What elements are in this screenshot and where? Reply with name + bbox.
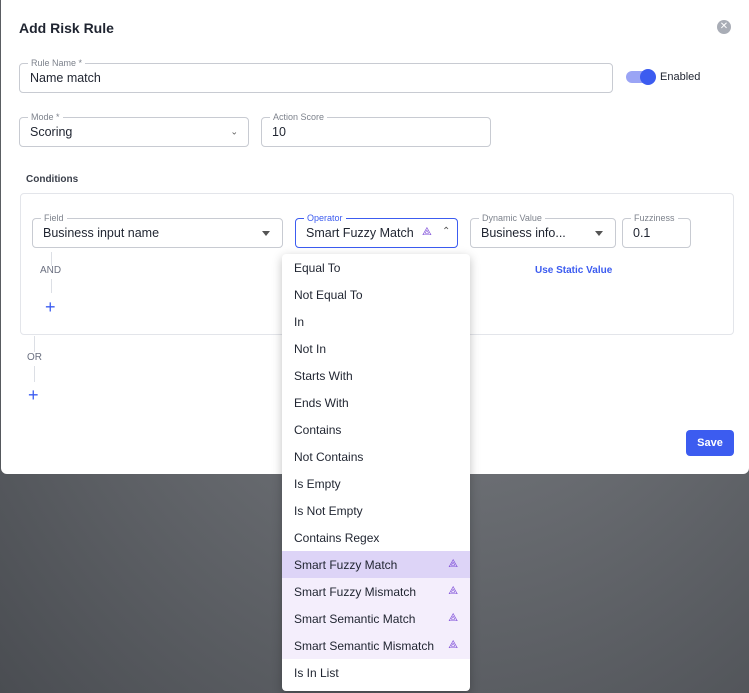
sparkle-icon: ⟁: [422, 226, 432, 238]
menu-item-not-equal-to[interactable]: Not Equal To: [282, 281, 470, 308]
caret-down-icon: [595, 231, 603, 236]
or-connector-line: [34, 366, 35, 382]
dynamic-value-select[interactable]: Dynamic Value Business info...: [470, 212, 616, 248]
menu-item-is-in-list[interactable]: Is In List: [282, 659, 470, 686]
sparkle-icon: ⟁: [448, 585, 458, 597]
mode-value: Scoring: [30, 125, 73, 139]
add-and-condition-button[interactable]: +: [45, 298, 56, 316]
and-connector-line: [51, 252, 52, 266]
menu-item-smart-fuzzy-match[interactable]: Smart Fuzzy Match ⟁: [282, 551, 470, 578]
menu-item-in[interactable]: In: [282, 308, 470, 335]
chevron-up-icon: ⌃: [442, 226, 451, 237]
menu-item-smart-semantic-mismatch[interactable]: Smart Semantic Mismatch ⟁: [282, 632, 470, 659]
menu-item-label: Contains Regex: [294, 530, 380, 545]
menu-item-starts-with[interactable]: Starts With: [282, 362, 470, 389]
condition-field-select[interactable]: Field Business input name: [32, 212, 283, 248]
enabled-toggle[interactable]: [626, 69, 656, 85]
action-score-value: 10: [272, 125, 286, 139]
mode-select[interactable]: Mode * Scoring ⌄: [19, 111, 249, 147]
add-or-group-button[interactable]: +: [28, 386, 39, 404]
conditions-heading: Conditions: [26, 174, 79, 185]
menu-item-label: Smart Semantic Mismatch: [294, 638, 435, 653]
toggle-knob: [640, 69, 656, 85]
menu-item-label: Not In: [294, 341, 327, 356]
operator-value: Smart Fuzzy Match: [306, 226, 414, 240]
menu-item-label: Starts With: [294, 368, 353, 383]
and-label: AND: [40, 265, 62, 276]
fuzziness-value: 0.1: [633, 226, 651, 240]
enabled-label: Enabled: [660, 71, 701, 83]
menu-item-label: Ends With: [294, 395, 349, 410]
menu-item-label: Smart Semantic Match: [294, 611, 416, 626]
save-button[interactable]: Save: [686, 430, 734, 456]
menu-item-contains-regex[interactable]: Contains Regex: [282, 524, 470, 551]
rule-name-value: Name match: [30, 71, 101, 85]
menu-item-is-not-empty[interactable]: Is Not Empty: [282, 497, 470, 524]
menu-item-ends-with[interactable]: Ends With: [282, 389, 470, 416]
menu-item-label: Is In List: [294, 665, 339, 680]
sparkle-icon: ⟁: [448, 558, 458, 570]
menu-item-equal-to[interactable]: Equal To: [282, 254, 470, 281]
menu-item-is-empty[interactable]: Is Empty: [282, 470, 470, 497]
or-connector-line: [34, 336, 35, 352]
dynamic-value-value: Business info...: [481, 226, 566, 240]
menu-item-not-in[interactable]: Not In: [282, 335, 470, 362]
and-connector-line: [51, 279, 52, 293]
sparkle-icon: ⟁: [448, 612, 458, 624]
menu-item-smart-semantic-match[interactable]: Smart Semantic Match ⟁: [282, 605, 470, 632]
condition-field-value: Business input name: [43, 226, 160, 240]
chevron-down-icon: ⌄: [230, 126, 238, 137]
menu-item-contains[interactable]: Contains: [282, 416, 470, 443]
fuzziness-field[interactable]: Fuzziness 0.1: [622, 212, 691, 248]
modal-title: Add Risk Rule: [19, 20, 114, 36]
action-score-field[interactable]: Action Score 10: [261, 111, 491, 147]
menu-item-label: Equal To: [294, 260, 341, 275]
menu-item-label: Is Not Empty: [294, 503, 363, 518]
menu-item-label: Not Equal To: [294, 287, 363, 302]
menu-item-label: Not Contains: [294, 449, 364, 464]
or-label: OR: [27, 352, 42, 363]
operator-select[interactable]: Operator Smart Fuzzy Match ⟁ ⌃: [295, 212, 458, 248]
close-icon[interactable]: ✕: [717, 20, 731, 34]
use-static-value-link[interactable]: Use Static Value: [535, 265, 612, 276]
menu-item-smart-fuzzy-mismatch[interactable]: Smart Fuzzy Mismatch ⟁: [282, 578, 470, 605]
menu-item-label: Is Empty: [294, 476, 341, 491]
menu-item-not-contains[interactable]: Not Contains: [282, 443, 470, 470]
caret-down-icon: [262, 231, 270, 236]
menu-item-label: Smart Fuzzy Mismatch: [294, 584, 417, 599]
sparkle-icon: ⟁: [448, 639, 458, 651]
menu-item-label: Contains: [294, 422, 342, 437]
menu-item-label: In: [294, 314, 305, 329]
rule-name-field[interactable]: Rule Name * Name match: [19, 57, 613, 93]
menu-item-label: Smart Fuzzy Match: [294, 557, 398, 572]
operator-menu: Equal To Not Equal To In Not In Starts W…: [282, 254, 470, 691]
